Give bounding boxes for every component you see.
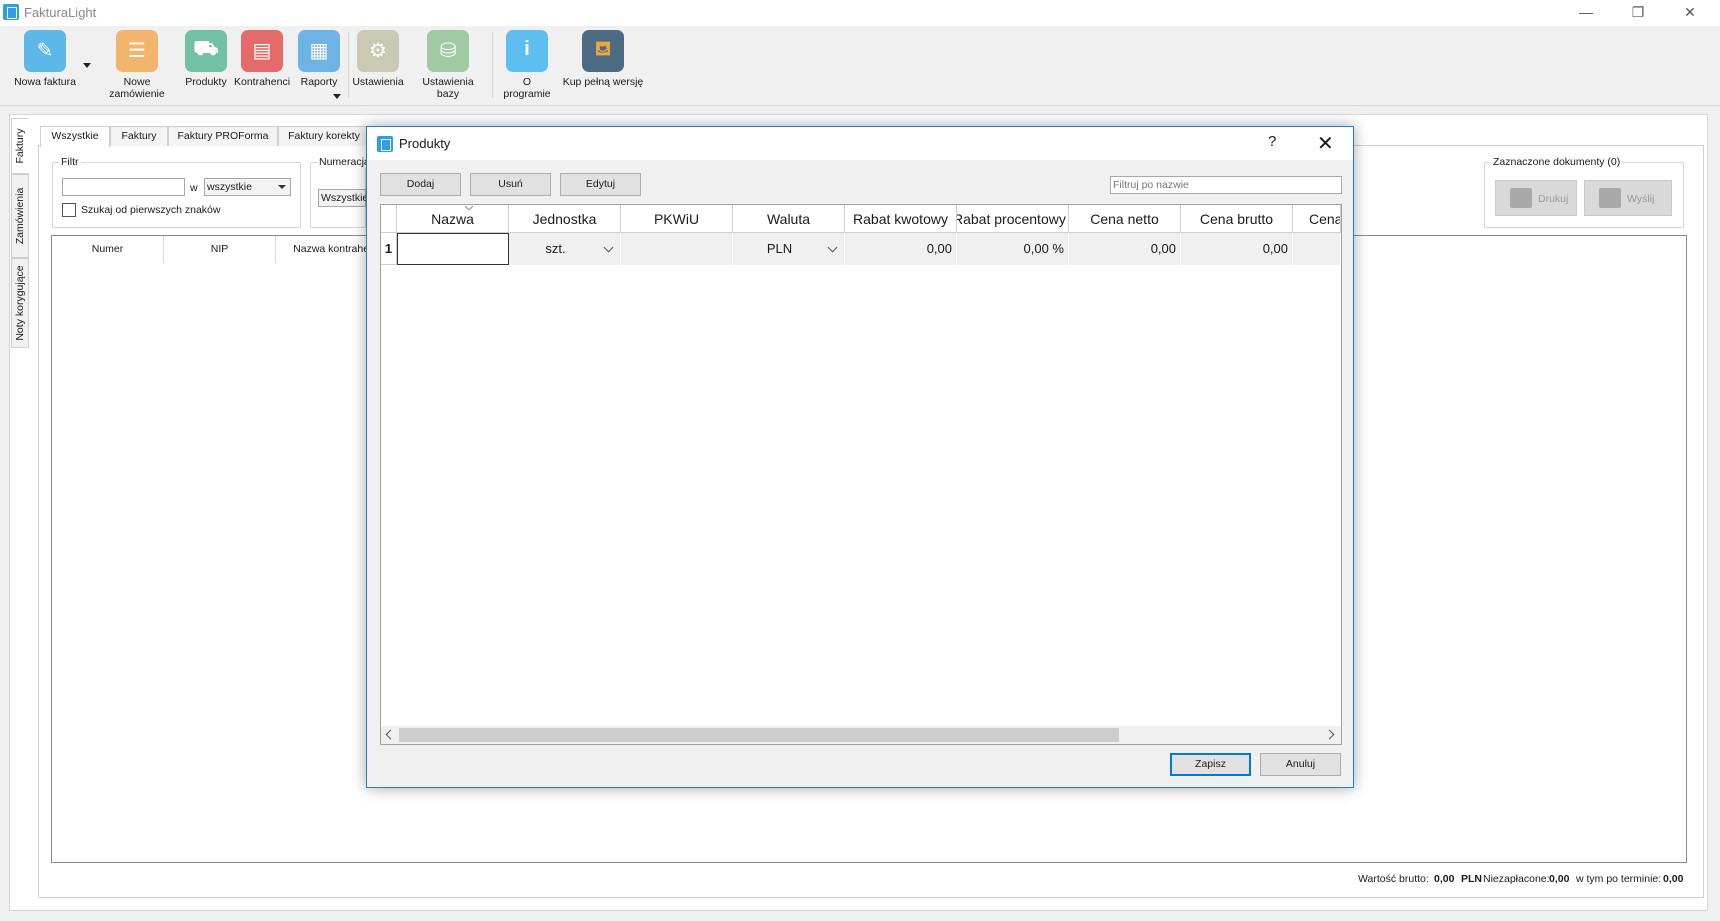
column-header-currency[interactable]: Waluta: [733, 205, 845, 233]
contractors-icon: ▤: [241, 30, 283, 72]
toolbar-separator: [348, 32, 349, 98]
grid-corner: [381, 205, 397, 233]
column-header-number[interactable]: Numer: [52, 236, 164, 263]
mail-icon: [1599, 188, 1621, 208]
column-header-net-price[interactable]: Cena netto: [1069, 205, 1181, 233]
prefix-search-label: Szukaj od pierwszych znaków: [81, 204, 221, 216]
products-icon: ⛟: [185, 30, 227, 72]
settings-icon: ⚙: [357, 30, 399, 72]
cell-discount-amount[interactable]: 0,00: [845, 233, 957, 265]
prefix-search-checkbox[interactable]: [62, 203, 76, 217]
filter-in-label: w: [190, 182, 198, 194]
cancel-button[interactable]: Anuluj: [1260, 753, 1341, 776]
column-header-pkwiu[interactable]: PKWiU: [621, 205, 733, 233]
column-header-discount-percent[interactable]: Rabat procentowy: [957, 205, 1069, 233]
new-invoice-button[interactable]: ✎ Nowa faktura: [12, 30, 78, 88]
app-logo-icon: [3, 4, 19, 20]
filter-input[interactable]: [62, 178, 185, 196]
basket-icon: ⛾: [582, 30, 624, 72]
tab-correction-notes[interactable]: Noty korygujące: [11, 258, 29, 348]
tab-corrections[interactable]: Faktury korekty: [278, 126, 370, 146]
new-invoice-icon: ✎: [24, 30, 66, 72]
new-order-button[interactable]: ☰ Nowe zamówienie: [96, 30, 178, 100]
column-header-name[interactable]: Nazwa: [397, 205, 509, 233]
main-toolbar: ✎ Nowa faktura ☰ Nowe zamówienie ⛟ Produ…: [0, 26, 1720, 106]
minimize-button[interactable]: —: [1563, 0, 1609, 26]
tab-proforma[interactable]: Faktury PROForma: [168, 126, 278, 146]
numbering-legend: Numeracja: [317, 156, 372, 168]
status-gross-label: Wartość brutto:: [1358, 873, 1429, 885]
remove-product-button[interactable]: Usuń: [470, 173, 551, 196]
status-overdue-label: w tym po terminie:: [1576, 873, 1662, 885]
cell-net-price[interactable]: 0,00: [1069, 233, 1181, 265]
column-header-price[interactable]: Cena: [1293, 205, 1341, 233]
help-button[interactable]: ?: [1268, 133, 1276, 150]
status-gross-value: 0,00: [1434, 873, 1455, 885]
window-title: FakturaLight: [24, 5, 97, 20]
filter-scope-select[interactable]: wszystkie: [204, 178, 291, 196]
cell-currency-select[interactable]: PLN: [733, 233, 845, 265]
reports-icon: ▦: [298, 30, 340, 72]
dialog-close-button[interactable]: ✕: [1317, 131, 1334, 156]
filter-legend: Filtr: [59, 156, 81, 168]
status-unpaid-value: 0,00: [1549, 873, 1570, 885]
buy-full-version-button[interactable]: ⛾ Kup pełną wersję: [562, 30, 644, 88]
sort-indicator-icon: [465, 206, 473, 210]
reports-button[interactable]: ▦ Raporty: [294, 30, 344, 88]
status-currency: PLN: [1461, 873, 1482, 885]
product-filter-input[interactable]: [1110, 176, 1342, 194]
column-header-discount-amount[interactable]: Rabat kwotowy: [845, 205, 957, 233]
row-number[interactable]: 1: [381, 233, 397, 265]
cell-price[interactable]: [1293, 233, 1341, 265]
cell-gross-price[interactable]: 0,00: [1181, 233, 1293, 265]
close-button[interactable]: ✕: [1667, 0, 1713, 26]
products-button[interactable]: ⛟ Produkty: [182, 30, 230, 88]
chevron-down-icon: [603, 242, 614, 253]
column-header-nip[interactable]: NIP: [164, 236, 276, 263]
products-dialog: Produkty ? ✕ Dodaj Usuń Edytuj Nazwa Jed…: [366, 126, 1354, 788]
column-header-gross-price[interactable]: Cena brutto: [1181, 205, 1293, 233]
column-header-unit[interactable]: Jednostka: [509, 205, 621, 233]
reports-dropdown-icon[interactable]: [333, 94, 341, 99]
new-invoice-dropdown-icon[interactable]: [83, 63, 91, 68]
tab-all[interactable]: Wszystkie: [40, 126, 110, 147]
send-button[interactable]: Wyślij: [1584, 180, 1672, 216]
cell-name-editor[interactable]: [397, 233, 509, 265]
tab-invoices[interactable]: Faktury: [11, 118, 29, 174]
info-icon: i: [506, 30, 548, 72]
save-button[interactable]: Zapisz: [1170, 753, 1251, 776]
settings-button[interactable]: ⚙ Ustawienia: [352, 30, 404, 88]
about-button[interactable]: i O programie: [498, 30, 556, 100]
tab-invoices-list[interactable]: Faktury: [110, 126, 168, 146]
add-product-button[interactable]: Dodaj: [380, 173, 461, 196]
numbering-select[interactable]: Wszystkie: [318, 189, 368, 207]
cell-discount-percent[interactable]: 0,00 %: [957, 233, 1069, 265]
dialog-title: Produkty: [399, 136, 451, 151]
scroll-left-icon[interactable]: [385, 729, 396, 740]
status-unpaid-label: Niezapłacone:: [1483, 873, 1550, 885]
tab-orders[interactable]: Zamówienia: [11, 174, 29, 258]
status-overdue-value: 0,00: [1663, 873, 1684, 885]
horizontal-scrollbar[interactable]: [381, 726, 1341, 744]
database-settings-icon: ⛁: [427, 30, 469, 72]
chevron-down-icon: [278, 185, 286, 189]
products-grid[interactable]: Nazwa Jednostka PKWiU Waluta Rabat kwoto…: [380, 204, 1342, 745]
title-bar: FakturaLight — ❐ ✕: [0, 0, 1720, 26]
edit-product-button[interactable]: Edytuj: [560, 173, 641, 196]
dialog-title-bar: Produkty ? ✕: [367, 127, 1353, 160]
printer-icon: [1510, 188, 1532, 208]
contractors-button[interactable]: ▤ Kontrahenci: [234, 30, 290, 88]
scroll-right-icon[interactable]: [1324, 729, 1335, 740]
scrollbar-thumb[interactable]: [399, 728, 1119, 742]
new-order-icon: ☰: [116, 30, 158, 72]
toolbar-separator: [492, 32, 493, 98]
restore-button[interactable]: ❐: [1615, 0, 1661, 26]
cell-pkwiu[interactable]: [621, 233, 733, 265]
selected-documents-legend: Zaznaczone dokumenty (0): [1491, 156, 1623, 168]
chevron-down-icon: [827, 242, 838, 253]
database-settings-button[interactable]: ⛁ Ustawienia bazy: [410, 30, 486, 100]
app-logo-icon: [377, 136, 393, 152]
print-button[interactable]: Drukuj: [1495, 180, 1577, 216]
cell-unit-select[interactable]: szt.: [509, 233, 621, 265]
